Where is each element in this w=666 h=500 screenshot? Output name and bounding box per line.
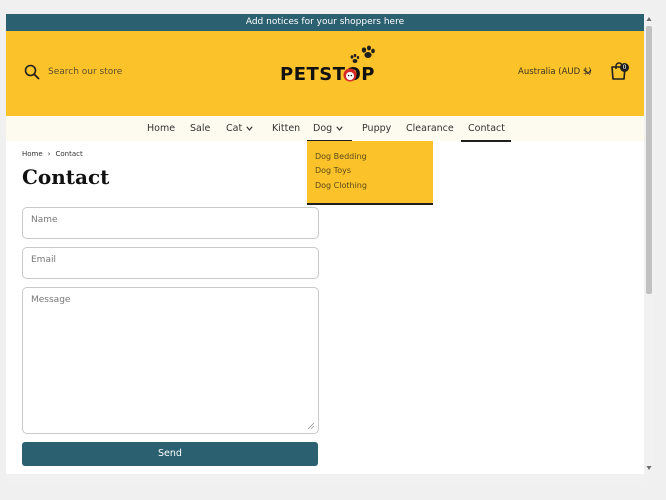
nav-item-kitten[interactable]: Kitten: [272, 123, 300, 134]
nav-item-contact[interactable]: Contact: [468, 123, 505, 134]
dropdown-item-dog-clothing[interactable]: Dog Clothing: [315, 181, 367, 190]
dog-dropdown-menu: Dog Bedding Dog Toys Dog Clothing: [307, 141, 433, 205]
cart-count-badge: 0: [620, 63, 629, 72]
nav-item-sale[interactable]: Sale: [190, 123, 210, 134]
dropdown-item-dog-toys[interactable]: Dog Toys: [315, 166, 351, 175]
breadcrumb-home[interactable]: Home: [22, 150, 43, 158]
chevron-down-icon: [584, 69, 592, 75]
email-field[interactable]: Email: [22, 247, 319, 279]
nav-active-underline: [461, 140, 511, 142]
nav-item-puppy[interactable]: Puppy: [362, 123, 391, 134]
scrollbar-thumb[interactable]: [646, 26, 652, 294]
announcement-bar: Add notices for your shoppers here: [6, 14, 644, 31]
search-icon[interactable]: [24, 64, 40, 80]
breadcrumb: Home › Contact: [22, 150, 83, 158]
breadcrumb-separator-icon: ›: [47, 150, 51, 158]
page-title: Contact: [22, 165, 110, 189]
breadcrumb-current: Contact: [55, 150, 83, 158]
nav-item-cat[interactable]: Cat: [226, 123, 253, 134]
message-placeholder: Message: [31, 295, 71, 305]
chevron-down-icon: [336, 126, 343, 131]
locale-selector[interactable]: Australia (AUD $): [518, 67, 592, 77]
name-placeholder: Name: [31, 215, 58, 225]
horizontal-scrollbar[interactable]: [6, 474, 644, 484]
chevron-down-icon: [246, 126, 253, 131]
scroll-up-arrow-icon[interactable]: [646, 16, 652, 22]
name-field[interactable]: Name: [22, 207, 319, 239]
send-button[interactable]: Send: [22, 442, 318, 466]
main-navigation: Home Sale Cat Kitten Dog Puppy Clearance…: [6, 116, 644, 142]
resize-handle-icon[interactable]: [308, 423, 314, 429]
nav-item-dog-label: Dog: [313, 123, 333, 134]
page: Add notices for your shoppers here Searc…: [6, 14, 644, 474]
site-header: Search our store PETSTOP Australia (AUD …: [6, 31, 644, 116]
nav-item-cat-label: Cat: [226, 123, 243, 134]
search-input[interactable]: Search our store: [48, 67, 122, 77]
announcement-text: Add notices for your shoppers here: [245, 17, 405, 27]
scroll-down-arrow-icon[interactable]: [646, 465, 652, 471]
logo-text: PETSTOP: [280, 64, 375, 85]
message-field[interactable]: Message: [22, 287, 319, 434]
petstop-logo[interactable]: PETSTOP: [276, 42, 386, 92]
nav-item-home[interactable]: Home: [147, 123, 175, 134]
email-placeholder: Email: [31, 255, 56, 265]
nav-item-dog[interactable]: Dog: [313, 123, 343, 134]
dropdown-item-dog-bedding[interactable]: Dog Bedding: [315, 152, 367, 161]
nav-item-clearance[interactable]: Clearance: [406, 123, 454, 134]
